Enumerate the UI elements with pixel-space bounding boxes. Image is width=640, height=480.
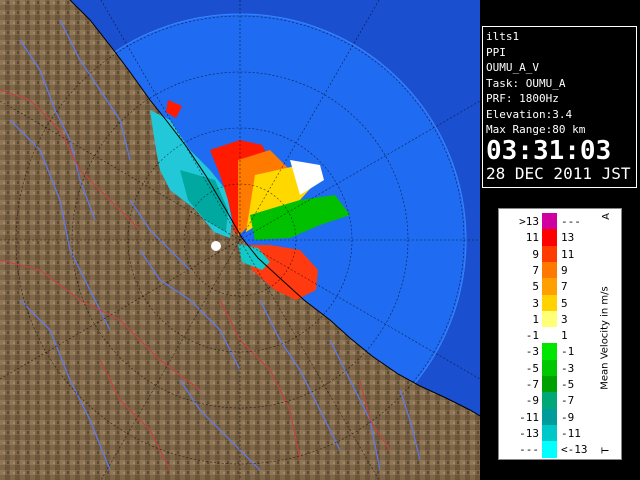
legend-swatch (542, 441, 557, 459)
velocity-legend: >13 --- 11 13 9 11 7 9 5 7 3 5 1 3 -1 1 -3 -1 -5 -3 -7 -5 -9 -7… (498, 208, 622, 460)
legend-swatch (542, 408, 557, 426)
legend-high-value: --- (561, 215, 581, 228)
prf-value: PRF: 1800Hz (486, 92, 559, 105)
legend-low-value: 3 (532, 296, 539, 310)
legend-high-value: 1 (561, 329, 568, 343)
legend-high-value: -3 (561, 361, 575, 375)
legend-high-value: -5 (561, 378, 575, 391)
radar-ppi-canvas (0, 0, 480, 480)
radar-ppi-map[interactable] (0, 0, 480, 480)
legend-swatch (542, 343, 557, 361)
legend-title: Mean Velocity in m/s (595, 223, 615, 453)
legend-high-value: -1 (561, 345, 575, 359)
scan-date: 28 DEC 2011 JST (486, 163, 631, 183)
legend-swatch (542, 245, 557, 263)
legend-low-value: 9 (532, 247, 539, 261)
legend-high-value: <-13 (561, 443, 588, 457)
legend-high-value: -11 (561, 426, 581, 440)
legend-high-value: -9 (561, 410, 575, 424)
legend-high-value: 3 (561, 312, 568, 326)
legend-low-value: --- (519, 443, 539, 457)
legend-swatch (542, 424, 557, 442)
legend-title-text: Mean Velocity in m/s (599, 286, 611, 390)
legend-swatch (542, 229, 557, 247)
legend-swatch (542, 261, 557, 279)
legend-swatch (542, 213, 557, 230)
legend-high-value: 11 (561, 247, 575, 261)
legend-low-value: -11 (519, 410, 539, 424)
legend-high-value: 7 (561, 280, 568, 294)
legend-low-value: -13 (519, 426, 539, 440)
scan-time: 03:31:03 (486, 135, 612, 166)
legend-high-value: 5 (561, 296, 568, 310)
legend-corner-bottom: T (600, 447, 612, 454)
legend-swatch (542, 359, 557, 377)
legend-swatch (542, 376, 557, 393)
product-type: PPI (486, 45, 506, 59)
legend-low-value: >13 (519, 215, 539, 228)
legend-swatch (542, 310, 557, 328)
legend-low-value: -9 (525, 394, 539, 408)
echo-white-small (211, 241, 221, 251)
legend-corner-top: A (600, 213, 612, 220)
legend-low-value: 1 (532, 312, 539, 326)
legend-high-value: 13 (561, 231, 575, 245)
elevation-value: Elevation:3.4 (486, 107, 573, 121)
data-source: OUMU_A_V (486, 61, 539, 74)
legend-high-value: 9 (561, 263, 568, 277)
info-panel: ilts1 PPI OUMU_A_V Task: OUMU_A PRF: 180… (482, 26, 637, 188)
site-name: ilts1 (486, 30, 520, 43)
legend-swatch (542, 327, 557, 345)
legend-swatch (542, 278, 557, 296)
legend-swatch (542, 392, 557, 410)
legend-low-value: -7 (525, 378, 539, 391)
legend-swatch (542, 294, 557, 312)
legend-high-value: -7 (561, 394, 575, 408)
legend-low-value: 5 (532, 280, 539, 294)
legend-low-value: 11 (525, 231, 539, 245)
task-name: Task: OUMU_A (486, 76, 566, 90)
legend-low-value: 7 (532, 263, 539, 277)
legend-low-value: -5 (525, 361, 539, 375)
legend-low-value: -3 (525, 345, 539, 359)
legend-low-value: -1 (525, 329, 539, 343)
